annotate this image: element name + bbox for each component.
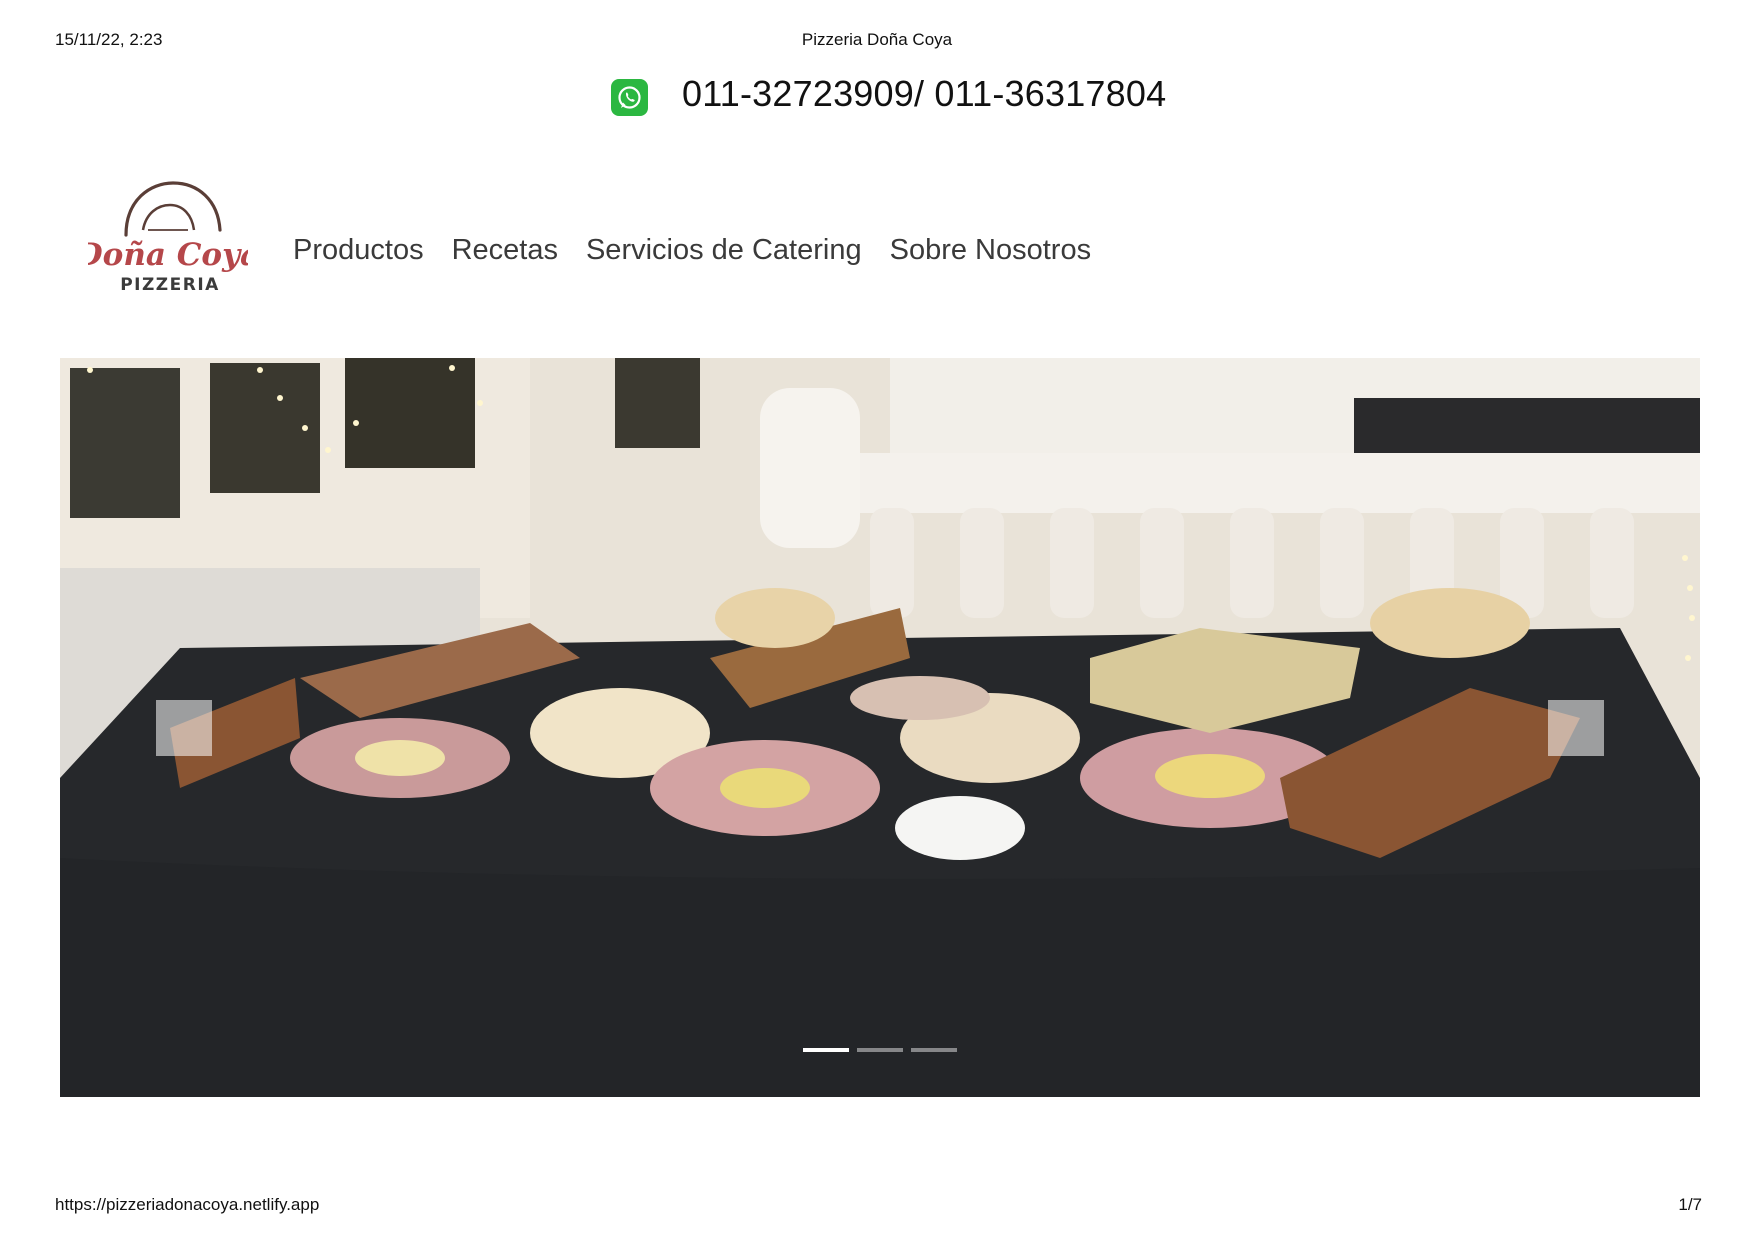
- oven-dome-icon: [124, 181, 222, 237]
- carousel-prev-button[interactable]: [156, 700, 212, 756]
- nav-item-productos[interactable]: Productos: [293, 234, 424, 267]
- hero-carousel[interactable]: [60, 358, 1700, 1097]
- print-url: https://pizzeriadonacoya.netlify.app: [55, 1195, 320, 1214]
- carousel-indicator-2[interactable]: [857, 1048, 903, 1052]
- nav-item-catering[interactable]: Servicios de Catering: [586, 234, 862, 267]
- phone-numbers[interactable]: 011-32723909/ 011-36317804: [682, 73, 1166, 115]
- carousel-indicator-1[interactable]: [803, 1048, 849, 1052]
- catering-table-photo: [60, 358, 1700, 1097]
- carousel-indicator-3[interactable]: [911, 1048, 957, 1052]
- navbar: Doña Coya PIZZERIA Productos Recetas Ser…: [0, 175, 1754, 305]
- contact-bar: 011-32723909/ 011-36317804: [0, 70, 1754, 130]
- carousel-indicators: [60, 1048, 1700, 1052]
- print-page-number: 1/7: [1678, 1195, 1702, 1214]
- nav-item-recetas[interactable]: Recetas: [452, 234, 558, 267]
- print-title: Pizzeria Doña Coya: [801, 30, 953, 49]
- whatsapp-icon[interactable]: [611, 79, 648, 116]
- carousel-next-button[interactable]: [1548, 700, 1604, 756]
- nav-links: Productos Recetas Servicios de Catering …: [293, 234, 1091, 267]
- brand-logo[interactable]: Doña Coya PIZZERIA: [88, 175, 248, 300]
- brand-sub-text: PIZZERIA: [120, 275, 220, 295]
- nav-item-sobre-nosotros[interactable]: Sobre Nosotros: [890, 234, 1092, 267]
- brand-script-text: Doña Coya: [88, 237, 248, 273]
